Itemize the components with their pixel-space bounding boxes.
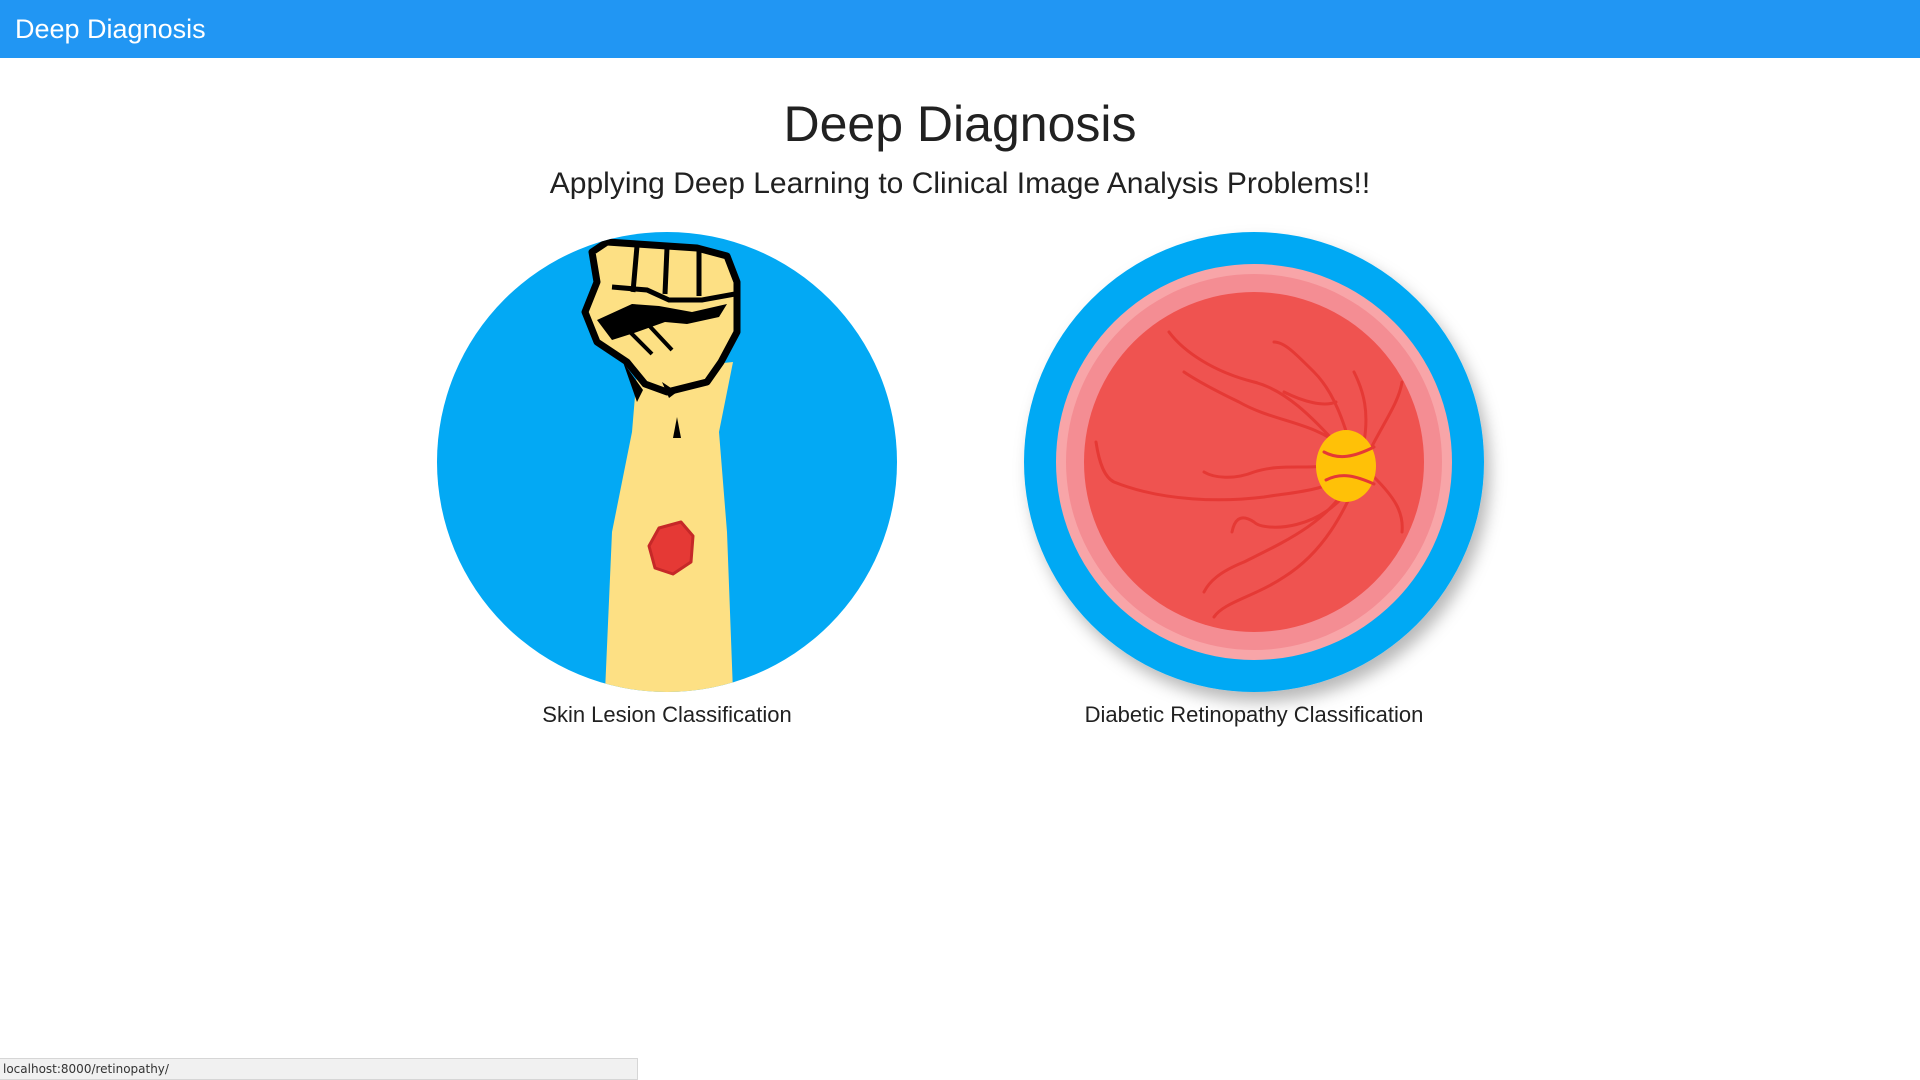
app-title[interactable]: Deep Diagnosis <box>15 14 206 45</box>
retinopathy-label[interactable]: Diabetic Retinopathy Classification <box>984 700 1524 730</box>
skin-lesion-card[interactable]: Skin Lesion Classification <box>437 232 897 732</box>
retinopathy-card[interactable]: Diabetic Retinopathy Classification <box>1024 232 1484 732</box>
page-title: Deep Diagnosis <box>783 96 1137 152</box>
app-bar: Deep Diagnosis <box>0 0 1920 58</box>
skin-lesion-label[interactable]: Skin Lesion Classification <box>397 700 937 730</box>
arm-skin-lesion-icon[interactable] <box>437 232 897 692</box>
page-subtitle: Applying Deep Learning to Clinical Image… <box>549 167 1371 200</box>
retina-fundus-icon[interactable] <box>1024 232 1484 692</box>
status-bar-url: localhost:8000/retinopathy/ <box>0 1058 638 1080</box>
